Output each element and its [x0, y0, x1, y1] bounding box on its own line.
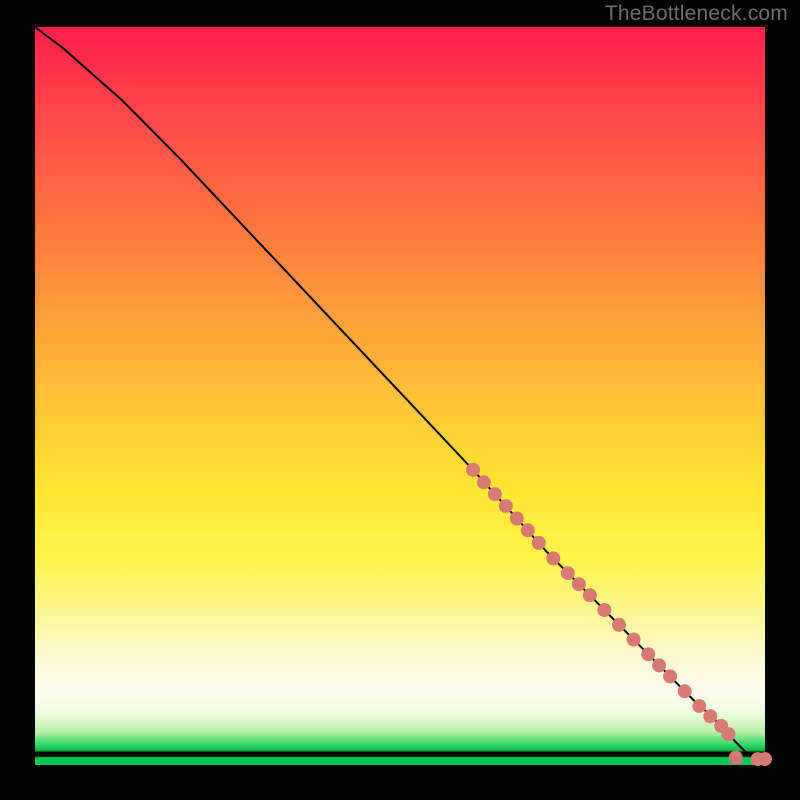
- data-marker: [477, 475, 491, 489]
- data-marker: [532, 536, 546, 550]
- data-marker: [678, 684, 692, 698]
- data-marker: [583, 588, 597, 602]
- plot-area: [35, 27, 765, 765]
- data-marker-group: [466, 463, 772, 766]
- data-marker: [612, 618, 626, 632]
- chart-stage: TheBottleneck.com: [0, 0, 800, 800]
- data-marker: [703, 709, 717, 723]
- data-marker: [499, 499, 513, 513]
- data-marker: [692, 699, 706, 713]
- data-marker: [641, 647, 655, 661]
- watermark-text: TheBottleneck.com: [605, 2, 788, 26]
- data-marker: [466, 463, 480, 477]
- data-marker: [521, 523, 535, 537]
- data-marker: [663, 669, 677, 683]
- data-marker: [597, 603, 611, 617]
- data-marker: [510, 512, 524, 526]
- data-marker: [722, 727, 736, 741]
- data-marker: [627, 633, 641, 647]
- data-marker: [758, 752, 772, 766]
- data-marker: [546, 551, 560, 565]
- data-marker: [488, 487, 502, 501]
- main-curve: [35, 27, 765, 759]
- data-marker: [561, 566, 575, 580]
- data-marker: [652, 658, 666, 672]
- chart-svg: [35, 27, 765, 765]
- data-marker: [729, 751, 743, 765]
- data-marker: [572, 577, 586, 591]
